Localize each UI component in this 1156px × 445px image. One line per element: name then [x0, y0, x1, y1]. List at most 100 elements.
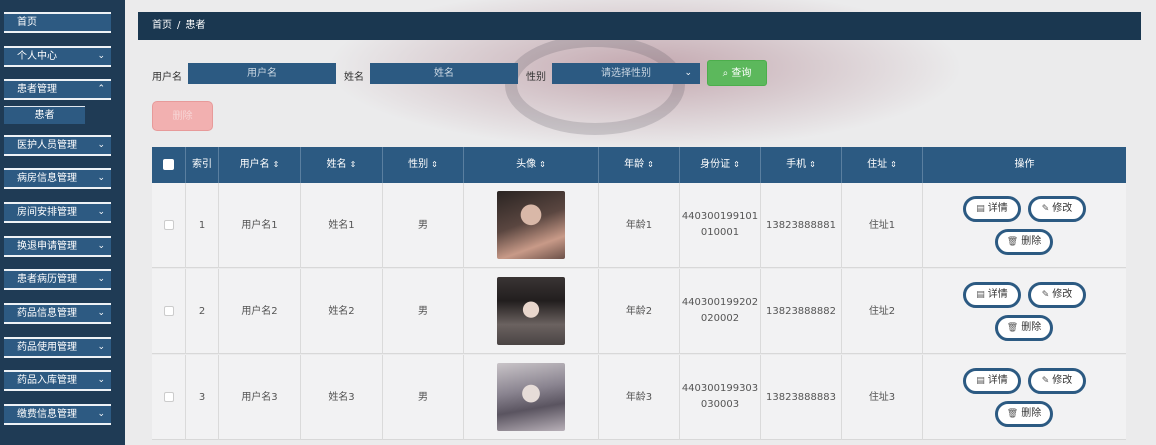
select-all-checkbox[interactable] — [163, 158, 174, 170]
chevron-down-icon: ⌄ — [97, 274, 105, 284]
edit-label: 修改 — [1052, 289, 1073, 300]
delete-button[interactable]: 🗑 删除 — [995, 229, 1053, 255]
delete-button[interactable]: 🗑 删除 — [995, 401, 1053, 427]
sidebar-item-change-request[interactable]: 换退申请管理 ⌄ — [4, 236, 111, 257]
sort-icon[interactable]: ⇕ — [890, 160, 897, 169]
cell-avatar — [464, 355, 599, 440]
cell-actions: ▤ 详情 ✎ 修改 🗑 删除 — [923, 355, 1126, 440]
username-input[interactable]: 用户名 — [188, 63, 336, 84]
trash-icon: 🗑 — [1006, 409, 1019, 419]
cell-age: 年龄1 — [599, 183, 680, 268]
sidebar-item-profile[interactable]: 个人中心 ⌄ — [4, 46, 111, 67]
breadcrumb-home[interactable]: 首页 — [152, 20, 172, 31]
sidebar-item-drug-usage[interactable]: 药品使用管理 ⌄ — [4, 337, 111, 358]
breadcrumb-separator: / — [177, 20, 181, 31]
sort-icon[interactable]: ⇕ — [431, 160, 438, 169]
header-age[interactable]: 年龄 ⇕ — [599, 147, 680, 183]
sidebar-item-patients[interactable]: 患者管理 ⌃ — [4, 79, 111, 100]
detail-button[interactable]: ▤ 详情 — [963, 368, 1021, 394]
cell-index: 2 — [186, 269, 219, 354]
header-index: 索引 — [186, 147, 219, 183]
header-label: 头像 — [516, 159, 537, 170]
sidebar-item-label: 患者病历管理 — [17, 274, 77, 285]
edit-button[interactable]: ✎ 修改 — [1028, 282, 1086, 308]
row-select-cell — [152, 355, 186, 440]
header-name[interactable]: 姓名 ⇕ — [301, 147, 383, 183]
sort-icon[interactable]: ⇕ — [733, 160, 740, 169]
detail-label: 详情 — [987, 289, 1008, 300]
cell-id-card: 440300199303 030003 — [680, 355, 761, 440]
header-address[interactable]: 住址 ⇕ — [842, 147, 923, 183]
sidebar-item-payment-info[interactable]: 缴费信息管理 ⌄ — [4, 404, 111, 425]
username-placeholder: 用户名 — [247, 68, 277, 79]
sidebar-item-label: 医护人员管理 — [17, 140, 77, 151]
sidebar-item-drug-info[interactable]: 药品信息管理 ⌄ — [4, 303, 111, 324]
sort-icon[interactable]: ⇕ — [539, 160, 546, 169]
cell-avatar — [464, 183, 599, 268]
id-card-line: 010001 — [700, 227, 740, 238]
sidebar-item-home[interactable]: 首页 — [4, 12, 111, 33]
table-row: 1 用户名1 姓名1 男 年龄1 440300199101 010001 1382… — [152, 183, 1126, 268]
chevron-down-icon: ⌄ — [97, 342, 105, 352]
document-icon: ▤ — [976, 290, 985, 300]
header-label: 操作 — [1014, 159, 1035, 170]
chevron-down-icon: ⌄ — [97, 241, 105, 251]
batch-delete-button[interactable]: 删除 — [152, 101, 213, 131]
avatar-image — [497, 277, 565, 345]
edit-button[interactable]: ✎ 修改 — [1028, 368, 1086, 394]
query-button[interactable]: ⌕ 查询 — [707, 60, 767, 86]
cell-username: 用户名1 — [219, 183, 301, 268]
header-username[interactable]: 用户名 ⇕ — [219, 147, 301, 183]
chevron-down-icon: ⌄ — [97, 51, 105, 61]
header-phone[interactable]: 手机 ⇕ — [761, 147, 842, 183]
cell-id-card: 440300199101 010001 — [680, 183, 761, 268]
sidebar-item-label: 药品信息管理 — [17, 308, 77, 319]
header-gender[interactable]: 性别 ⇕ — [383, 147, 464, 183]
gender-label: 性别 — [526, 72, 546, 83]
name-label: 姓名 — [344, 72, 364, 83]
main-content: 首页 / 患者 用户名 用户名 姓名 姓名 性别 请选择性别 ⌄ ⌕ 查询 删除 索引… — [125, 0, 1156, 445]
cell-actions: ▤ 详情 ✎ 修改 🗑 删除 — [923, 183, 1126, 268]
delete-label: 删除 — [1021, 322, 1042, 333]
select-all-cell — [152, 147, 186, 183]
name-input[interactable]: 姓名 — [370, 63, 518, 84]
chevron-down-icon: ⌄ — [97, 207, 105, 217]
header-id-card[interactable]: 身份证 ⇕ — [680, 147, 761, 183]
id-card-line: 440300199303 — [681, 383, 759, 394]
chevron-down-icon: ⌄ — [684, 68, 692, 78]
batch-delete-label: 删除 — [172, 111, 193, 122]
chevron-down-icon: ⌄ — [97, 375, 105, 385]
cell-name: 姓名2 — [301, 269, 383, 354]
row-checkbox[interactable] — [163, 306, 174, 316]
edit-button[interactable]: ✎ 修改 — [1028, 196, 1086, 222]
detail-button[interactable]: ▤ 详情 — [963, 196, 1021, 222]
cell-phone: 13823888882 — [761, 269, 842, 354]
header-label: 姓名 — [326, 159, 347, 170]
edit-icon: ✎ — [1041, 376, 1050, 386]
sort-icon[interactable]: ⇕ — [647, 160, 654, 169]
sidebar-item-medical-records[interactable]: 患者病历管理 ⌄ — [4, 269, 111, 290]
sidebar-item-medical-staff[interactable]: 医护人员管理 ⌄ — [4, 135, 111, 156]
gender-select[interactable]: 请选择性别 ⌄ — [552, 63, 700, 84]
detail-button[interactable]: ▤ 详情 — [963, 282, 1021, 308]
delete-label: 删除 — [1021, 408, 1042, 419]
sidebar-item-ward-info[interactable]: 病房信息管理 ⌄ — [4, 168, 111, 189]
delete-button[interactable]: 🗑 删除 — [995, 315, 1053, 341]
sidebar-item-room-arrangement[interactable]: 房间安排管理 ⌄ — [4, 202, 111, 223]
sidebar-item-drug-stock-in[interactable]: 药品入库管理 ⌄ — [4, 370, 111, 391]
cell-gender: 男 — [383, 183, 464, 268]
cell-index: 1 — [186, 183, 219, 268]
sort-icon[interactable]: ⇕ — [350, 160, 357, 169]
trash-icon: 🗑 — [1006, 323, 1019, 333]
sort-icon[interactable]: ⇕ — [809, 160, 816, 169]
sidebar-subitem-label: 患者 — [34, 110, 55, 121]
sidebar-subitem-patient[interactable]: 患者 — [4, 106, 85, 124]
header-avatar[interactable]: 头像 ⇕ — [464, 147, 599, 183]
cell-username: 用户名3 — [219, 355, 301, 440]
sidebar-item-label: 病房信息管理 — [17, 173, 77, 184]
cell-age: 年龄3 — [599, 355, 680, 440]
row-checkbox[interactable] — [163, 220, 174, 230]
sort-icon[interactable]: ⇕ — [273, 160, 280, 169]
chevron-down-icon: ⌄ — [97, 140, 105, 150]
row-checkbox[interactable] — [163, 392, 174, 402]
